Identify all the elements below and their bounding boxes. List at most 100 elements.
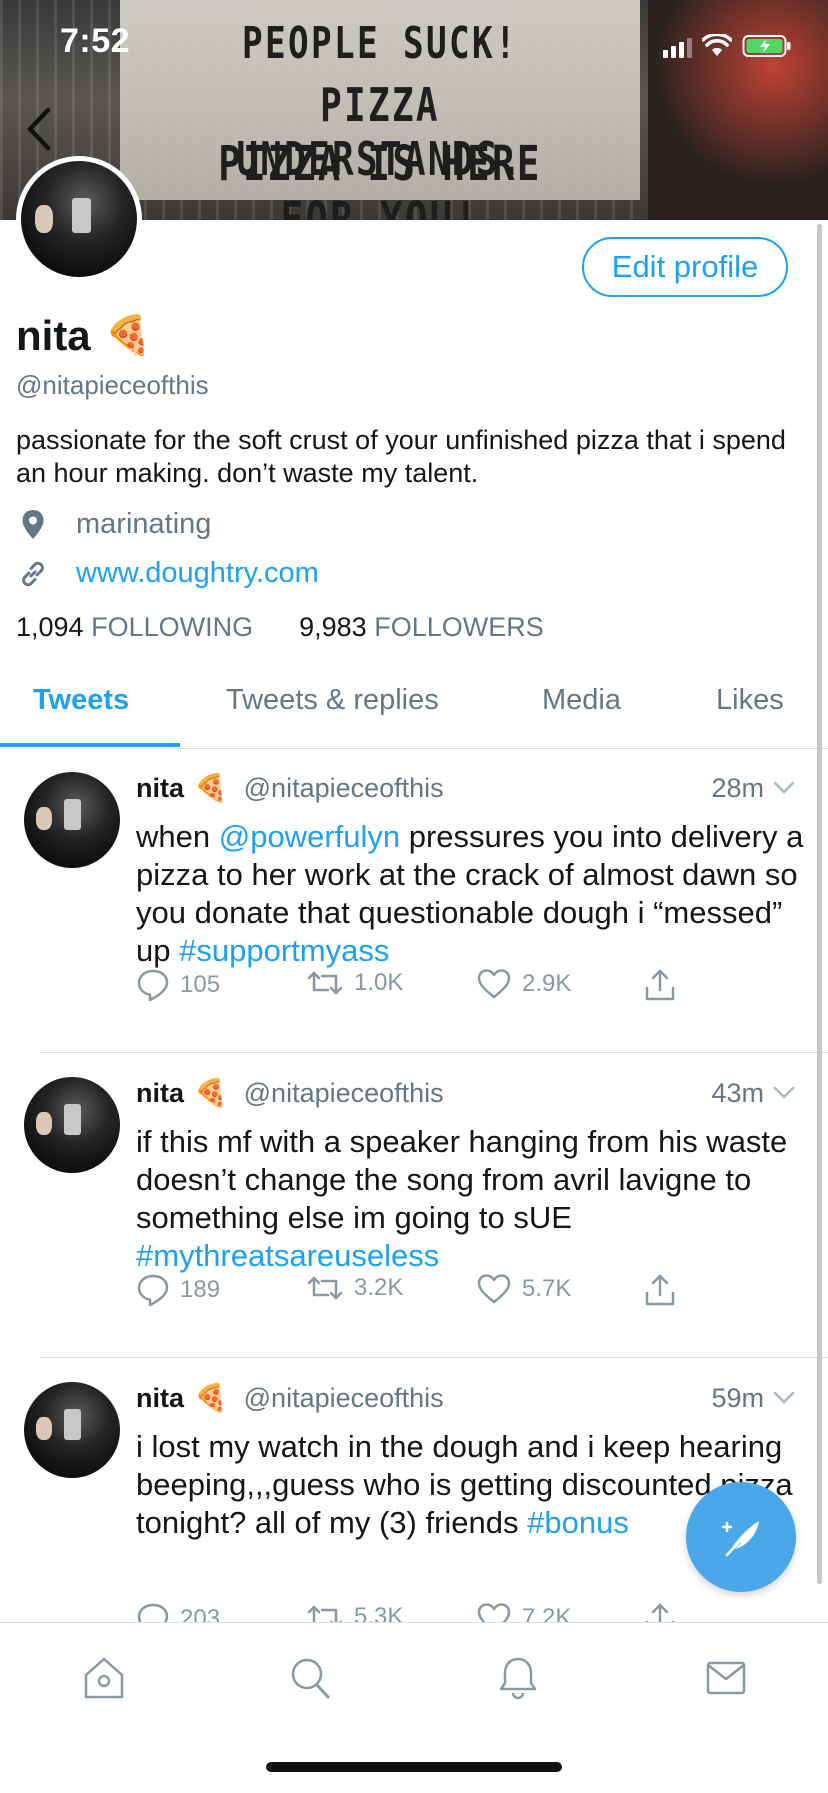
tab-tweets-and-replies[interactable]: Tweets & replies <box>226 684 439 717</box>
retweet-count: 1.0K <box>354 969 404 996</box>
reply-count: 105 <box>180 971 221 998</box>
heart-icon <box>477 1274 511 1304</box>
tweet-avatar[interactable] <box>24 1382 120 1478</box>
tweet-time: 43m <box>711 1078 796 1109</box>
location-row: marinating <box>16 508 211 541</box>
tweet[interactable]: nita 🍕 @nitapieceofthis 28m when @powerf… <box>0 752 828 1052</box>
followers-count: 9,983 <box>299 612 367 642</box>
tweet-divider <box>40 1052 828 1053</box>
tweet-author-handle: @nitapieceofthis <box>243 1077 444 1108</box>
like-count: 2.9K <box>522 970 572 997</box>
reply-icon <box>137 1274 169 1307</box>
tweet-text: if this mf with a speaker hanging from h… <box>136 1123 806 1275</box>
search-icon[interactable] <box>288 1655 332 1701</box>
messages-envelope-icon[interactable] <box>704 1655 748 1701</box>
share-action[interactable] <box>644 1602 676 1622</box>
tab-tweets[interactable]: Tweets <box>33 684 129 717</box>
retweet-action[interactable]: 1.0K <box>306 968 403 998</box>
tweet-author-handle: @nitapieceofthis <box>243 1382 444 1413</box>
following-count: 1,094 <box>16 612 84 642</box>
reply-icon <box>137 969 169 1002</box>
share-action[interactable] <box>644 968 676 1002</box>
notifications-bell-icon[interactable] <box>496 1655 540 1701</box>
compose-tweet-button[interactable] <box>686 1482 796 1592</box>
tweet-header: nita 🍕 @nitapieceofthis 59m <box>136 1382 796 1414</box>
hashtag-link[interactable]: #supportmyass <box>179 933 389 968</box>
website-row: www.doughtry.com <box>16 557 319 590</box>
tweet-header: nita 🍕 @nitapieceofthis 43m <box>136 1077 796 1109</box>
tweet-avatar[interactable] <box>24 772 120 868</box>
tweet-author-name: nita <box>136 772 185 803</box>
like-count: 7.2K <box>522 1604 572 1622</box>
tweet-divider <box>40 1357 828 1358</box>
tweet-avatar[interactable] <box>24 1077 120 1173</box>
mention-link[interactable]: @powerfulyn <box>219 819 400 854</box>
like-action[interactable]: 5.7K <box>476 1273 571 1305</box>
sign-line: PEOPLE SUCK! <box>241 18 519 69</box>
profile-bio: passionate for the soft crust of your un… <box>16 425 786 488</box>
back-arrow-icon[interactable] <box>20 104 60 154</box>
home-icon[interactable] <box>82 1655 126 1701</box>
avatar-image <box>21 161 137 277</box>
home-indicator[interactable] <box>266 1762 562 1772</box>
tweet-author-name: nita <box>136 1382 185 1413</box>
reply-count: 203 <box>180 1605 221 1622</box>
tweet-header: nita 🍕 @nitapieceofthis 28m <box>136 772 796 804</box>
sign-line: PIZZA IS HERE FOR YOU! <box>218 136 542 220</box>
location-pin-icon <box>22 509 44 539</box>
battery-icon <box>742 35 791 57</box>
tab-media[interactable]: Media <box>542 684 621 717</box>
hashtag-link[interactable]: #mythreatsareuseless <box>136 1238 439 1273</box>
profile-avatar[interactable] <box>16 156 142 282</box>
tweet-time: 59m <box>711 1383 796 1414</box>
retweet-action[interactable]: 5.3K <box>306 1602 403 1622</box>
followers-stat[interactable]: 9,983 FOLLOWERS <box>299 612 544 643</box>
tweet-text: when @powerfulyn pressures you into deli… <box>136 818 806 970</box>
retweet-action[interactable]: 3.2K <box>306 1273 403 1303</box>
tweet[interactable]: nita 🍕 @nitapieceofthis 59m i lost my wa… <box>0 1362 828 1622</box>
heart-icon <box>477 969 511 999</box>
like-action[interactable]: 2.9K <box>476 968 571 1000</box>
tweet-author-handle: @nitapieceofthis <box>243 772 444 803</box>
profile-location: marinating <box>76 508 212 540</box>
share-icon <box>645 969 675 1001</box>
status-time: 7:52 <box>60 22 131 60</box>
profile-tabs: Tweets Tweets & replies Media Likes <box>0 656 828 749</box>
reply-action[interactable]: 203 <box>136 1602 220 1622</box>
reply-action[interactable]: 189 <box>136 1273 220 1307</box>
hashtag-link[interactable]: #bonus <box>527 1505 629 1540</box>
chevron-down-icon[interactable] <box>772 780 796 796</box>
share-icon <box>645 1603 675 1622</box>
tweet-time: 28m <box>711 773 796 804</box>
pizza-emoji: 🍕 <box>104 315 152 357</box>
wifi-icon <box>702 34 732 56</box>
profile-website-link[interactable]: www.doughtry.com <box>76 557 319 590</box>
following-label: FOLLOWING <box>91 612 254 642</box>
profile-handle: @nitapieceofthis <box>16 370 209 400</box>
chevron-down-icon[interactable] <box>772 1390 796 1406</box>
tab-likes[interactable]: Likes <box>716 684 784 717</box>
feather-quill-icon <box>721 1521 759 1557</box>
profile-name-row: nita 🍕 <box>16 312 152 360</box>
scrollbar[interactable] <box>817 224 822 1584</box>
tweet-text-segment: if this mf with a speaker hanging from h… <box>136 1124 788 1235</box>
pizza-emoji: 🍕 <box>194 1383 228 1413</box>
tweet-author-name: nita <box>136 1077 185 1108</box>
chevron-down-icon[interactable] <box>772 1085 796 1101</box>
tweet-timestamp: 59m <box>711 1382 764 1413</box>
retweet-count: 5.3K <box>354 1603 404 1622</box>
heart-icon <box>477 1603 511 1622</box>
tweet[interactable]: nita 🍕 @nitapieceofthis 43m if this mf w… <box>0 1057 828 1357</box>
following-stat[interactable]: 1,094 FOLLOWING <box>16 612 253 643</box>
edit-profile-button[interactable]: Edit profile <box>582 237 788 297</box>
share-action[interactable] <box>644 1273 676 1307</box>
tweet-timestamp: 28m <box>711 772 764 803</box>
banner-sign: PEOPLE SUCK! PIZZA UNDERSTANDS. PIZZA IS… <box>120 0 640 220</box>
retweet-icon <box>307 1605 343 1622</box>
profile-name: nita <box>16 312 91 359</box>
follow-counts: 1,094 FOLLOWING 9,983 FOLLOWERS <box>16 612 544 643</box>
like-action[interactable]: 7.2K <box>476 1602 571 1622</box>
reply-action[interactable]: 105 <box>136 968 220 1002</box>
status-icons <box>663 34 792 58</box>
active-tab-indicator <box>0 743 180 747</box>
